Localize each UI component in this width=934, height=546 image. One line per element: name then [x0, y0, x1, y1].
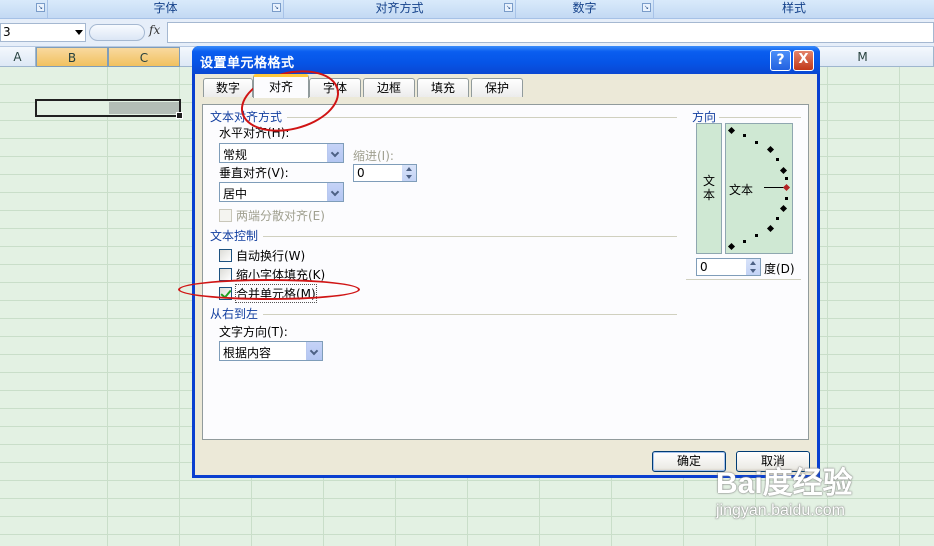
dialog-title-bar[interactable]: 设置单元格格式 ? X — [192, 46, 820, 74]
formula-input[interactable] — [167, 22, 934, 43]
ribbon-group-styles: 样式 — [654, 0, 934, 18]
dialog-client: 数字 对齐 字体 边框 填充 保护 文本对齐方式 水平对齐(H): 常规 缩进(… — [195, 74, 817, 475]
text-control-group-label: 文本控制 — [210, 229, 259, 243]
wrap-text-label: 自动换行(W) — [236, 249, 306, 263]
indent-spinner[interactable]: 0 — [353, 164, 417, 182]
group-divider — [686, 279, 801, 280]
tab-border[interactable]: 边框 — [363, 78, 415, 97]
close-button[interactable]: X — [793, 50, 814, 71]
spin-up-icon[interactable] — [750, 261, 756, 265]
spinner-buttons[interactable] — [402, 165, 416, 181]
annotation-circle-merge — [178, 279, 360, 300]
group-divider — [719, 117, 801, 118]
tab-protection[interactable]: 保护 — [471, 78, 523, 97]
watermark-logo: Bai度经验 — [716, 467, 853, 500]
horizontal-align-select[interactable]: 常规 — [219, 143, 344, 163]
name-box-value: 3 — [3, 25, 11, 39]
group-divider — [263, 314, 677, 315]
fill-handle[interactable] — [176, 112, 183, 119]
dial-mark — [766, 145, 775, 154]
spin-down-icon[interactable] — [406, 175, 412, 179]
dial-mark — [779, 166, 788, 175]
rtl-group-label: 从右到左 — [210, 307, 259, 321]
text-direction-value: 根据内容 — [223, 346, 272, 360]
spinner-buttons[interactable] — [746, 259, 760, 275]
formula-bar: 3 fx — [0, 19, 934, 47]
ribbon-group-label: 对齐方式 — [375, 1, 424, 15]
dialog-launcher-icon[interactable]: ↘ — [642, 3, 651, 12]
formula-bar-expander[interactable] — [89, 24, 145, 41]
vertical-align-label: 垂直对齐(V): — [219, 166, 289, 180]
column-header-b[interactable]: B — [36, 47, 108, 67]
orientation-dial[interactable]: 文本 — [725, 123, 793, 254]
dial-mark — [727, 242, 736, 251]
horizontal-align-value: 常规 — [223, 148, 248, 162]
chevron-down-icon[interactable] — [75, 30, 83, 35]
orientation-box: 文本 文本 — [696, 123, 793, 254]
degrees-spinner[interactable]: 0 — [696, 258, 761, 276]
ribbon-group-label: 字体 — [153, 1, 178, 15]
degrees-value: 0 — [700, 260, 708, 274]
column-header-a[interactable]: A — [0, 47, 36, 67]
dial-mark — [755, 141, 758, 144]
group-divider — [287, 117, 677, 118]
chevron-down-icon[interactable] — [306, 342, 322, 360]
spin-down-icon[interactable] — [750, 269, 756, 273]
indent-value: 0 — [357, 166, 365, 180]
ribbon-group-clipboard-end: ↘ — [0, 0, 48, 18]
text-direction-select[interactable]: 根据内容 — [219, 341, 323, 361]
dial-mark — [785, 197, 788, 200]
ribbon-group-bar: ↘ 字体 ↘ 对齐方式 ↘ 数字 ↘ 样式 — [0, 0, 934, 19]
tab-fill[interactable]: 填充 — [417, 78, 469, 97]
dial-mark — [743, 134, 746, 137]
orientation-handle[interactable] — [782, 183, 791, 192]
wrap-text-checkbox[interactable] — [219, 249, 232, 262]
insert-function-icon[interactable]: fx — [149, 23, 160, 37]
dial-mark — [755, 234, 758, 237]
ribbon-group-alignment: 对齐方式 ↘ — [284, 0, 516, 18]
vertical-text-toggle[interactable]: 文本 — [696, 123, 722, 254]
selected-cell-shade — [109, 102, 179, 114]
dial-mark — [766, 224, 775, 233]
ribbon-group-label: 数字 — [572, 1, 597, 15]
indent-label: 缩进(I): — [353, 149, 394, 163]
justify-distributed-label: 两端分散对齐(E) — [236, 209, 325, 223]
ok-button[interactable]: 确定 — [652, 451, 726, 472]
dial-mark — [785, 177, 788, 180]
dial-mark — [776, 158, 779, 161]
dialog-launcher-icon[interactable]: ↘ — [36, 3, 45, 12]
vertical-text-label: 文本 — [703, 174, 716, 202]
dialog-launcher-icon[interactable]: ↘ — [272, 3, 281, 12]
selected-range[interactable] — [35, 99, 183, 119]
dialog-launcher-icon[interactable]: ↘ — [504, 3, 513, 12]
spin-up-icon[interactable] — [406, 167, 412, 171]
ribbon-group-label: 样式 — [781, 1, 806, 15]
tab-alignment[interactable]: 对齐 — [253, 74, 309, 98]
ribbon-group-number: 数字 ↘ — [516, 0, 654, 18]
vertical-align-value: 居中 — [223, 187, 248, 201]
alignment-panel: 文本对齐方式 水平对齐(H): 常规 缩进(I): 0 垂直对齐(V): 居中 … — [202, 104, 809, 440]
dial-mark — [779, 204, 788, 213]
dialog-title: 设置单元格格式 — [200, 56, 295, 71]
help-button[interactable]: ? — [770, 50, 791, 71]
vertical-align-select[interactable]: 居中 — [219, 182, 344, 202]
dial-mark — [727, 126, 736, 135]
ribbon-group-font: 字体 ↘ — [48, 0, 284, 18]
dial-text-label: 文本 — [729, 183, 754, 197]
name-box[interactable]: 3 — [0, 23, 86, 42]
dial-mark — [743, 240, 746, 243]
chevron-down-icon[interactable] — [327, 144, 343, 162]
text-direction-label: 文字方向(T): — [219, 325, 288, 339]
dial-mark — [776, 217, 779, 220]
justify-distributed-checkbox[interactable] — [219, 209, 232, 222]
watermark-url: jingyan.baidu.com — [716, 502, 845, 519]
group-divider — [263, 236, 677, 237]
column-header-c[interactable]: C — [108, 47, 180, 67]
chevron-down-icon[interactable] — [327, 183, 343, 201]
degrees-label: 度(D) — [764, 262, 795, 276]
